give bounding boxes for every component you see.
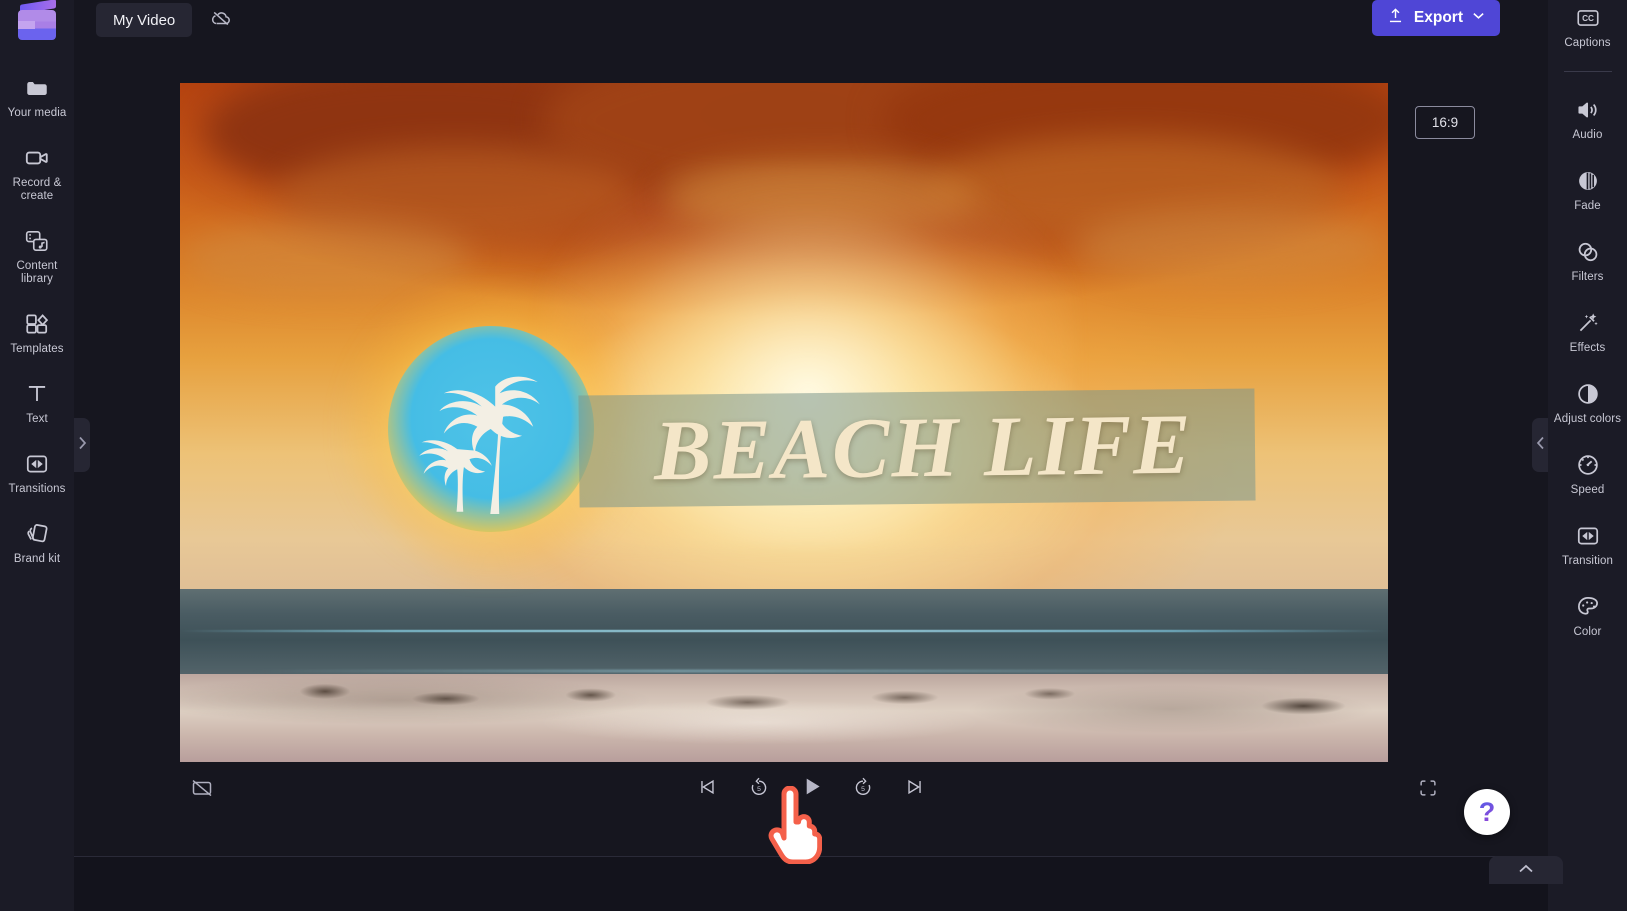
palette-icon <box>1575 593 1601 621</box>
preview-stage: 16:9 BEACH LIFE <box>74 40 1548 865</box>
right-item-fade[interactable]: Fade <box>1548 161 1627 217</box>
right-item-label: Speed <box>1570 484 1605 496</box>
water-highlight <box>180 629 1388 632</box>
sidebar-item-your-media[interactable]: Your media <box>0 68 74 124</box>
aspect-ratio-button[interactable]: 16:9 <box>1415 106 1475 139</box>
right-sidebar: CC Captions Audio Fade Filters Effects A… <box>1548 0 1627 911</box>
chevron-left-icon <box>1536 436 1545 455</box>
right-item-transition[interactable]: Transition <box>1548 516 1627 572</box>
sidebar-item-content-library[interactable]: Content library <box>0 221 74 290</box>
captions-off-icon <box>190 776 214 805</box>
sidebar-item-text[interactable]: Text <box>0 374 74 430</box>
video-preview[interactable]: BEACH LIFE <box>180 83 1388 762</box>
player-controls-bar: 5 5 <box>74 762 1548 818</box>
rewind-5-button[interactable]: 5 <box>744 774 774 804</box>
transitions-icon <box>24 450 50 478</box>
speaker-icon <box>1575 96 1601 124</box>
sidebar-item-label: Content library <box>16 260 58 285</box>
right-item-filters[interactable]: Filters <box>1548 232 1627 288</box>
right-item-label: Adjust colors <box>1553 413 1622 425</box>
right-item-effects[interactable]: Effects <box>1548 303 1627 359</box>
fullscreen-icon <box>1417 777 1439 804</box>
sidebar-item-label: Your media <box>7 107 67 119</box>
svg-text:5: 5 <box>861 785 865 792</box>
right-item-speed[interactable]: Speed <box>1548 445 1627 501</box>
captions-toggle-button[interactable] <box>188 776 216 804</box>
sidebar-item-label: Record & create <box>12 177 62 202</box>
video-camera-icon <box>24 144 50 172</box>
rewind-5-icon: 5 <box>748 776 770 803</box>
play-icon <box>799 774 824 804</box>
svg-text:CC: CC <box>1582 14 1594 23</box>
cloud-sync-off-button[interactable] <box>204 3 238 37</box>
right-item-label: Color <box>1573 626 1602 638</box>
play-button[interactable] <box>796 774 826 804</box>
skip-to-start-icon <box>696 776 718 803</box>
ocean-layer <box>180 588 1388 678</box>
right-item-label: Filters <box>1571 271 1604 283</box>
rocks-layer <box>180 666 1388 729</box>
skip-to-start-button[interactable] <box>692 774 722 804</box>
forward-5-icon: 5 <box>852 776 874 803</box>
right-item-label: Audio <box>1572 129 1603 141</box>
fullscreen-button[interactable] <box>1414 776 1442 804</box>
skip-to-end-button[interactable] <box>900 774 930 804</box>
project-title-field[interactable]: My Video <box>96 3 193 37</box>
svg-text:5: 5 <box>757 785 761 792</box>
content-library-icon <box>24 227 50 255</box>
timeline-panel[interactable] <box>74 856 1548 911</box>
left-sidebar-collapse-button[interactable] <box>74 418 90 472</box>
right-item-label: Captions <box>1564 37 1611 49</box>
filters-circles-icon <box>1575 238 1601 266</box>
sidebar-item-templates[interactable]: Templates <box>0 304 74 360</box>
templates-grid-icon <box>24 310 50 338</box>
chevron-right-icon <box>78 436 87 455</box>
right-item-label: Fade <box>1574 200 1601 212</box>
sidebar-item-label: Templates <box>10 343 64 355</box>
help-button[interactable]: ? <box>1464 789 1510 835</box>
sidebar-item-label: Brand kit <box>13 553 61 565</box>
right-item-captions[interactable]: CC Captions <box>1548 0 1627 54</box>
overlay-title-text[interactable]: BEACH LIFE <box>584 378 1262 515</box>
sidebar-item-label: Transitions <box>8 483 66 495</box>
right-item-audio[interactable]: Audio <box>1548 90 1627 146</box>
text-t-icon <box>24 380 50 408</box>
transitions-icon <box>1575 522 1601 550</box>
top-bar: My Video <box>74 0 1627 40</box>
right-sidebar-collapse-button[interactable] <box>1532 418 1548 472</box>
right-item-adjust-colors[interactable]: Adjust colors <box>1548 374 1627 430</box>
brand-kit-icon <box>24 520 50 548</box>
speedometer-icon <box>1575 451 1601 479</box>
fade-icon <box>1575 167 1601 195</box>
clipchamp-editor-window: Your media Record & create Content libra… <box>0 0 1627 911</box>
sidebar-item-brand-kit[interactable]: Brand kit <box>0 514 74 570</box>
sidebar-item-record-create[interactable]: Record & create <box>0 138 74 207</box>
skip-to-end-icon <box>904 776 926 803</box>
cc-icon: CC <box>1575 4 1601 32</box>
left-sidebar: Your media Record & create Content libra… <box>0 0 74 911</box>
right-item-label: Transition <box>1561 555 1614 567</box>
magic-wand-icon <box>1575 309 1601 337</box>
sidebar-divider <box>1563 71 1612 72</box>
cloud-off-icon <box>209 6 233 35</box>
timeline-expand-button[interactable] <box>1489 856 1563 884</box>
clapperboard-logo[interactable] <box>16 0 58 42</box>
contrast-circle-icon <box>1575 380 1601 408</box>
question-mark-icon: ? <box>1478 796 1496 827</box>
chevron-up-icon <box>1518 861 1534 879</box>
sidebar-item-label: Text <box>26 413 48 425</box>
right-item-color[interactable]: Color <box>1548 587 1627 643</box>
sidebar-item-transitions[interactable]: Transitions <box>0 444 74 500</box>
forward-5-button[interactable]: 5 <box>848 774 878 804</box>
transport-controls: 5 5 <box>692 774 930 804</box>
palm-tree-badge[interactable] <box>339 276 643 582</box>
right-item-label: Effects <box>1569 342 1606 354</box>
folder-icon <box>24 74 50 102</box>
